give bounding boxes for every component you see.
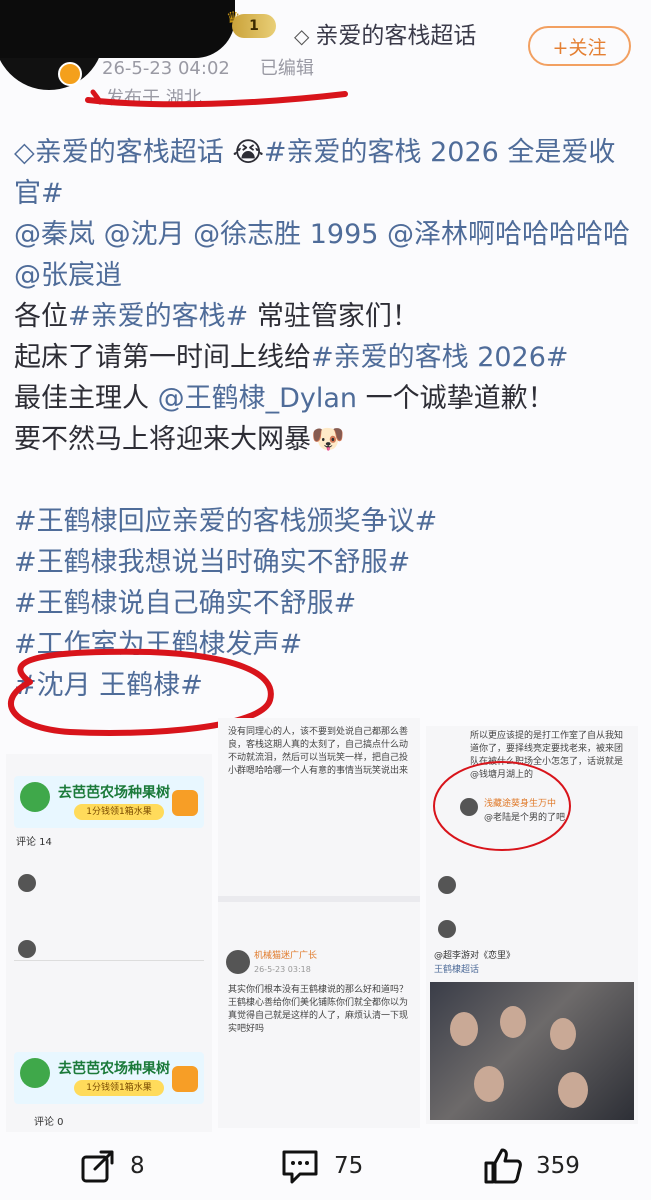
image-collage[interactable]: 去芭芭农场种果树 1分钱领1箱水果 评论 14 去芭芭农场种果树 1分钱领1箱水… xyxy=(0,718,651,1132)
like-count: 359 xyxy=(536,1153,580,1179)
tree-icon xyxy=(20,782,50,812)
group-photo[interactable] xyxy=(430,982,634,1120)
content-line: 各位#亲爱的客栈# 常驻管家们！ xyxy=(14,301,419,332)
ad-button[interactable]: 1分钱领1箱水果 xyxy=(74,1080,164,1096)
ad-button[interactable]: 1分钱领1箱水果 xyxy=(74,804,164,820)
content-line: 要不然马上将迎来大网暴🐶 xyxy=(14,424,345,455)
mentions-line[interactable]: @秦岚 @沈月 @徐志胜 1995 @泽林啊哈哈哈哈哈 @张宸逍 xyxy=(14,214,639,296)
tree-icon xyxy=(20,1058,50,1088)
hashtag-link[interactable]: #沈月 王鹤棣# xyxy=(14,665,639,706)
comment-button[interactable]: 75 xyxy=(278,1146,363,1186)
card-subtitle: 王鹤棣超话 xyxy=(434,965,480,975)
content-line: ◇亲爱的客栈超话 😭#亲爱的客栈 2026 全是爱收官# xyxy=(14,132,639,214)
comment-icon xyxy=(282,1150,318,1184)
poster-name: 机械猫迷广广长 xyxy=(254,951,318,961)
hashtag-link[interactable]: #王鹤棣说自己确实不舒服# xyxy=(14,583,639,624)
hashtag-link[interactable]: #亲爱的客栈 2026# xyxy=(311,342,569,373)
share-button[interactable]: 8 xyxy=(78,1146,145,1186)
commenter-avatar xyxy=(438,920,456,938)
commenter-avatar xyxy=(438,876,456,894)
comments-count: 评论 14 xyxy=(16,837,52,848)
comments-count: 评论 0 xyxy=(34,1117,64,1128)
hashtag-link[interactable]: #王鹤棣我想说当时确实不舒服# xyxy=(14,542,639,583)
thumbs-up-icon xyxy=(484,1148,522,1184)
post-body-text: 其实你们根本没有王鹤棣说的那么好和道吗？王鹤棣心善给你们美化铺陈你们就全都你以为… xyxy=(228,985,409,1034)
share-icon xyxy=(81,1150,114,1183)
farm-ad-banner[interactable]: 去芭芭农场种果树 1分钱领1箱水果 xyxy=(14,1052,204,1104)
hashtag-link[interactable]: #亲爱的客栈# xyxy=(68,301,248,332)
action-bar: 8 75 359 xyxy=(0,1132,651,1200)
post-content: ◇亲爱的客栈超话 😭#亲爱的客栈 2026 全是爱收官# @秦岚 @沈月 @徐志… xyxy=(14,132,639,706)
commenter-avatar xyxy=(18,874,36,892)
hashtag-link[interactable]: #工作室为王鹤棣发声# xyxy=(14,624,639,665)
diamond-icon: ◇ xyxy=(14,137,35,168)
supertopic-inline-link[interactable]: ◇亲爱的客栈超话 xyxy=(14,137,224,168)
screenshot-panel[interactable]: 去芭芭农场种果树 1分钱领1箱水果 评论 14 去芭芭农场种果树 1分钱领1箱水… xyxy=(6,754,212,1132)
fruit-icon xyxy=(172,790,198,816)
ad-title: 去芭芭农场种果树 xyxy=(58,785,170,801)
ad-title: 去芭芭农场种果树 xyxy=(58,1061,170,1077)
red-underline-annotation xyxy=(85,89,348,108)
poster-date: 26-5-23 03:18 xyxy=(254,965,311,974)
hashtag-link[interactable]: #王鹤棣回应亲爱的客栈颁奖争议# xyxy=(14,501,639,542)
crying-emoji-icon: 😭 xyxy=(232,137,264,168)
dog-emoji-icon: 🐶 xyxy=(311,424,345,455)
share-count: 8 xyxy=(130,1153,145,1179)
mention-link[interactable]: @王鹤棣_Dylan xyxy=(158,383,357,414)
card-title: @超李游对《恋里》 xyxy=(434,951,516,961)
content-line: 最佳主理人 @王鹤棣_Dylan 一个诚挚道歉！ xyxy=(14,383,555,414)
screenshot-panel[interactable]: 没有同理心的人，该不要到处说自己都那么善良，客栈这期人真的太刻了，自己搞点什么动… xyxy=(218,718,420,1128)
red-circle-annotation xyxy=(433,761,571,851)
content-line: 起床了请第一时间上线给#亲爱的客栈 2026# xyxy=(14,342,569,373)
comment-text: 没有同理心的人，该不要到处说自己都那么善良，客栈这期人真的太刻了，自己搞点什么动… xyxy=(228,727,409,776)
commenter-avatar xyxy=(18,940,36,958)
fruit-icon xyxy=(172,1066,198,1092)
poster-avatar xyxy=(226,950,250,974)
farm-ad-banner[interactable]: 去芭芭农场种果树 1分钱领1箱水果 xyxy=(14,776,204,828)
comment-count: 75 xyxy=(334,1153,364,1179)
like-button[interactable]: 359 xyxy=(482,1146,580,1186)
